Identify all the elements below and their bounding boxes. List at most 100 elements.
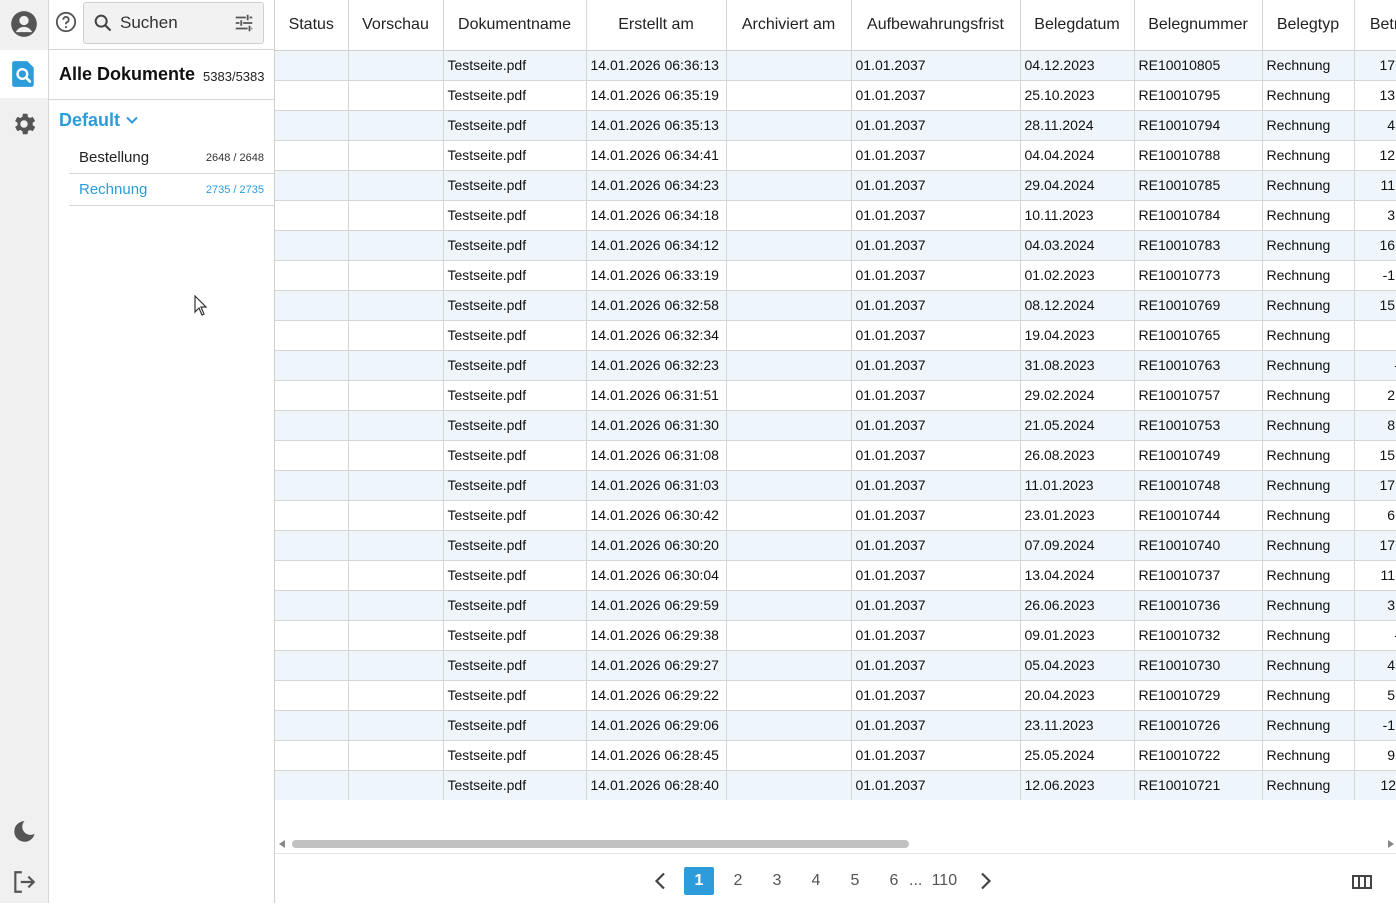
column-header[interactable]: Belegdatum (1020, 0, 1135, 51)
table-cell: 08.12.2024 (1020, 290, 1135, 321)
table-cell: RE10010757 (1134, 380, 1263, 411)
column-header[interactable]: Dokumentname (443, 0, 587, 51)
column-header[interactable]: Vorschau (348, 0, 444, 51)
search-box[interactable] (83, 2, 264, 44)
table-cell: 14.01.2026 06:31:03 (586, 470, 727, 501)
table-cell: Rechnung (1262, 200, 1355, 231)
table-cell: Rechnung (1262, 770, 1355, 800)
next-page-button[interactable] (971, 867, 1001, 895)
doc-type-item-bestellung[interactable]: Bestellung 2648 / 2648 (69, 142, 274, 174)
table-cell (275, 410, 349, 441)
table-cell: 14.01.2026 06:28:45 (586, 740, 727, 771)
table-row[interactable]: Testseite.pdf 14.01.2026 06:29:59 01.01.20… (275, 590, 1396, 621)
dark-mode-button[interactable] (0, 808, 48, 856)
table-cell: 01.01.2037 (851, 380, 1021, 411)
table-row[interactable]: Testseite.pdf 14.01.2026 06:32:34 01.01.20… (275, 320, 1396, 351)
logout-icon (14, 871, 36, 893)
table-cell (726, 440, 852, 471)
table-row[interactable]: Testseite.pdf 14.01.2026 06:28:45 01.01.20… (275, 740, 1396, 771)
column-header[interactable]: Belegtyp (1262, 0, 1355, 51)
column-header[interactable]: Betr (1354, 0, 1396, 51)
table-cell (275, 290, 349, 321)
help-button[interactable] (54, 10, 78, 34)
page-button-3[interactable]: 3 (762, 867, 792, 895)
prev-page-button[interactable] (645, 867, 675, 895)
table-row[interactable]: Testseite.pdf 14.01.2026 06:29:06 01.01.20… (275, 710, 1396, 741)
scrollbar-thumb[interactable] (292, 840, 909, 848)
table-row[interactable]: Testseite.pdf 14.01.2026 06:31:08 01.01.20… (275, 440, 1396, 471)
table-cell: 8.57 (1354, 410, 1396, 441)
search-input[interactable] (120, 13, 230, 33)
all-documents-item[interactable]: Alle Dokumente 5383/5383 (49, 49, 274, 100)
column-header[interactable]: Status (275, 0, 349, 51)
table-cell: Testseite.pdf (443, 470, 587, 501)
page-button-last[interactable]: 110 (926, 867, 962, 895)
table-cell: RE10010784 (1134, 200, 1263, 231)
filter-icon[interactable] (233, 12, 255, 34)
table-row[interactable]: Testseite.pdf 14.01.2026 06:31:03 01.01.20… (275, 470, 1396, 501)
table-cell: Testseite.pdf (443, 410, 587, 441)
table-row[interactable]: Testseite.pdf 14.01.2026 06:30:04 01.01.20… (275, 560, 1396, 591)
page-button-4[interactable]: 4 (801, 867, 831, 895)
table-row[interactable]: Testseite.pdf 14.01.2026 06:30:20 01.01.20… (275, 530, 1396, 561)
table-row[interactable]: Testseite.pdf 14.01.2026 06:32:58 01.01.20… (275, 290, 1396, 321)
logout-button[interactable] (0, 858, 48, 906)
table-cell (726, 620, 852, 651)
documents-nav-button[interactable] (0, 50, 48, 98)
column-header[interactable]: Aufbewahrungsfrist (851, 0, 1021, 51)
table-row[interactable]: Testseite.pdf 14.01.2026 06:32:23 01.01.20… (275, 350, 1396, 381)
table-cell: 29.04.2024 (1020, 170, 1135, 201)
table-row[interactable]: Testseite.pdf 14.01.2026 06:34:12 01.01.20… (275, 230, 1396, 261)
scroll-right-arrow[interactable] (1388, 840, 1394, 848)
table-cell: 14.01.2026 06:29:38 (586, 620, 727, 651)
page-button-5[interactable]: 5 (840, 867, 870, 895)
table-cell (348, 770, 444, 800)
table-row[interactable]: Testseite.pdf 14.01.2026 06:33:19 01.01.20… (275, 260, 1396, 291)
table-row[interactable]: Testseite.pdf 14.01.2026 06:29:22 01.01.20… (275, 680, 1396, 711)
table-row[interactable]: Testseite.pdf 14.01.2026 06:29:38 01.01.20… (275, 620, 1396, 651)
column-header[interactable]: Archiviert am (726, 0, 852, 51)
table-cell: Testseite.pdf (443, 650, 587, 681)
column-header[interactable]: Belegnummer (1134, 0, 1263, 51)
table-cell: Testseite.pdf (443, 290, 587, 321)
table-cell (275, 170, 349, 201)
settings-button[interactable] (0, 100, 48, 148)
horizontal-scrollbar[interactable] (275, 836, 1396, 852)
table-row[interactable]: Testseite.pdf 14.01.2026 06:31:51 01.01.20… (275, 380, 1396, 411)
table-cell (275, 620, 349, 651)
table-cell: -1.01 (1354, 710, 1396, 741)
table-cell (726, 170, 852, 201)
user-button[interactable] (0, 0, 48, 48)
page-button-2[interactable]: 2 (723, 867, 753, 895)
table-row[interactable]: Testseite.pdf 14.01.2026 06:34:23 01.01.20… (275, 170, 1396, 201)
table-cell: RE10010773 (1134, 260, 1263, 291)
table-cell: 01.01.2037 (851, 740, 1021, 771)
doc-type-item-rechnung[interactable]: Rechnung 2735 / 2735 (69, 174, 274, 206)
table-cell (348, 260, 444, 291)
group-selector-default[interactable]: Default (59, 106, 138, 134)
table-cell: Rechnung (1262, 500, 1355, 531)
table-row[interactable]: Testseite.pdf 14.01.2026 06:28:40 01.01.20… (275, 770, 1396, 800)
table-cell: 01.01.2037 (851, 620, 1021, 651)
table-cell (726, 770, 852, 800)
table-cell: Rechnung (1262, 260, 1355, 291)
table-cell (348, 560, 444, 591)
table-cell: Testseite.pdf (443, 770, 587, 800)
table-row[interactable]: Testseite.pdf 14.01.2026 06:34:41 01.01.20… (275, 140, 1396, 171)
table-cell: 4.26 (1354, 650, 1396, 681)
scroll-left-arrow[interactable] (279, 840, 285, 848)
page-button-1[interactable]: 1 (684, 867, 714, 895)
table-row[interactable]: Testseite.pdf 14.01.2026 06:31:30 01.01.20… (275, 410, 1396, 441)
column-header[interactable]: Erstellt am (586, 0, 727, 51)
table-row[interactable]: Testseite.pdf 14.01.2026 06:34:18 01.01.20… (275, 200, 1396, 231)
page-button-6[interactable]: 6 (879, 867, 909, 895)
table-cell: 20.04.2023 (1020, 680, 1135, 711)
table-cell: Testseite.pdf (443, 260, 587, 291)
table-row[interactable]: Testseite.pdf 14.01.2026 06:36:13 01.01.20… (275, 50, 1396, 81)
table-row[interactable]: Testseite.pdf 14.01.2026 06:35:19 01.01.20… (275, 80, 1396, 111)
table-row[interactable]: Testseite.pdf 14.01.2026 06:29:27 01.01.20… (275, 650, 1396, 681)
columns-icon[interactable] (1352, 874, 1372, 890)
table-row[interactable]: Testseite.pdf 14.01.2026 06:35:13 01.01.20… (275, 110, 1396, 141)
table-cell: Rechnung (1262, 140, 1355, 171)
table-row[interactable]: Testseite.pdf 14.01.2026 06:30:42 01.01.20… (275, 500, 1396, 531)
